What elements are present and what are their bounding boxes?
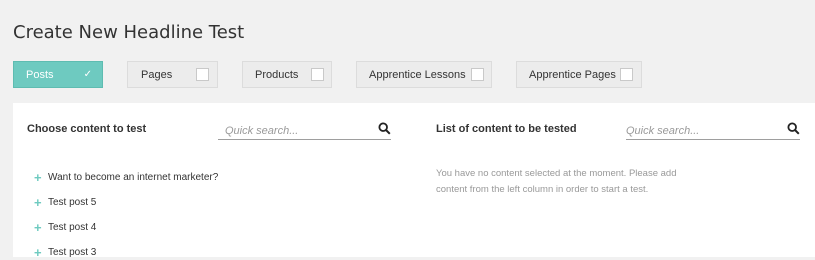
search-icon[interactable]	[787, 122, 800, 135]
list-item-label: Test post 4	[48, 222, 97, 233]
filter-pages-checkbox[interactable]	[196, 68, 209, 81]
tested-content-title: List of content to be tested	[436, 123, 577, 135]
page-title: Create New Headline Test	[13, 22, 245, 43]
filter-products[interactable]: Products	[242, 61, 332, 88]
filter-products-checkbox[interactable]	[311, 68, 324, 81]
filter-apprentice-lessons-checkbox[interactable]	[471, 68, 484, 81]
list-item[interactable]: + Test post 5	[34, 196, 97, 209]
right-search-input[interactable]	[626, 123, 766, 139]
plus-icon[interactable]: +	[34, 171, 48, 184]
list-item[interactable]: + Want to become an internet marketer?	[34, 171, 219, 184]
filter-apprentice-pages-label: Apprentice Pages	[529, 69, 616, 81]
filter-products-label: Products	[255, 69, 299, 81]
empty-selection-message: You have no content selected at the mome…	[436, 168, 677, 195]
list-item-label: Want to become an internet marketer?	[48, 172, 219, 183]
choose-content-title: Choose content to test	[27, 123, 147, 135]
filter-pages[interactable]: Pages	[127, 61, 218, 88]
filter-posts[interactable]: Posts ✓	[13, 61, 103, 88]
plus-icon[interactable]: +	[34, 246, 48, 259]
right-search	[626, 121, 800, 140]
list-item-label: Test post 5	[48, 197, 97, 208]
list-item[interactable]: + Test post 4	[34, 221, 97, 234]
left-search-input[interactable]	[225, 123, 365, 139]
filter-posts-label: Posts	[26, 69, 54, 81]
filter-pages-label: Pages	[141, 69, 173, 81]
content-panel: Choose content to test + Want to become …	[13, 103, 815, 259]
filter-apprentice-lessons-label: Apprentice Lessons	[369, 69, 466, 81]
search-icon[interactable]	[378, 122, 391, 135]
left-search	[218, 121, 391, 140]
plus-icon[interactable]: +	[34, 221, 48, 234]
list-item[interactable]: + Test post 3	[34, 246, 97, 259]
filter-apprentice-pages-checkbox[interactable]	[620, 68, 633, 81]
plus-icon[interactable]: +	[34, 196, 48, 209]
list-item-label: Test post 3	[48, 247, 97, 258]
filter-apprentice-pages[interactable]: Apprentice Pages	[516, 61, 642, 88]
check-icon: ✓	[83, 69, 92, 80]
filter-apprentice-lessons[interactable]: Apprentice Lessons	[356, 61, 492, 88]
